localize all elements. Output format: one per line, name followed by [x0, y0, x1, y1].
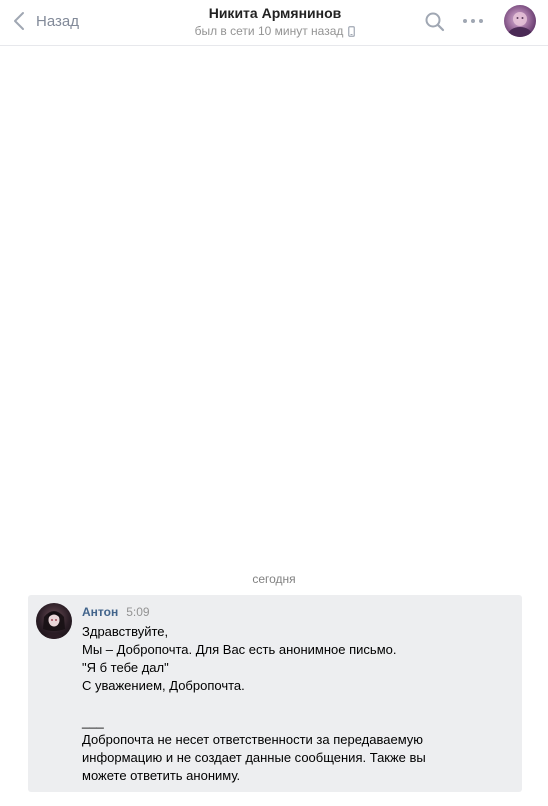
- message-header: Антон 5:09: [82, 605, 150, 619]
- contact-avatar-image: [508, 12, 532, 37]
- chat-page: Назад Никита Армянинов был в сети 10 мин…: [0, 0, 548, 806]
- message-line: С уважением, Добропочта.: [82, 678, 245, 693]
- message-line: "Я б тебе дал": [82, 660, 169, 675]
- online-status: был в сети 10 минут назад: [195, 24, 356, 39]
- message-line: ___: [82, 714, 104, 729]
- message-time[interactable]: 5:09: [126, 605, 149, 619]
- chevron-left-icon: [14, 12, 24, 30]
- back-button[interactable]: Назад: [12, 9, 79, 33]
- mobile-phone-icon: [348, 26, 356, 37]
- contact-avatar[interactable]: [504, 5, 536, 37]
- message-line: Мы – Добропочта. Для Вас есть анонимное …: [82, 642, 397, 657]
- message-line: можете ответить анониму.: [82, 768, 241, 783]
- chat-header: Назад Никита Армянинов был в сети 10 мин…: [0, 0, 548, 46]
- sender-avatar[interactable]: [36, 603, 72, 639]
- message-line: [82, 695, 512, 713]
- back-label: Назад: [36, 12, 79, 30]
- search-icon[interactable]: [424, 11, 446, 33]
- message-line: Здравствуйте,: [82, 624, 169, 639]
- message-item[interactable]: Антон 5:09 Здравствуйте, Мы – Добропочта…: [28, 595, 522, 792]
- message-author[interactable]: Антон: [82, 605, 118, 619]
- date-separator: сегодня: [252, 572, 296, 586]
- online-status-text: был в сети 10 минут назад: [194, 24, 344, 38]
- sender-avatar-image: [42, 611, 66, 639]
- message-line: информацию и не создает данные сообщения…: [82, 750, 426, 765]
- chat-title-block[interactable]: Никита Армянинов был в сети 10 минут наз…: [120, 5, 430, 40]
- more-dots-icon[interactable]: [461, 14, 485, 28]
- chat-title: Никита Армянинов: [208, 5, 342, 21]
- message-line: Добропочта не несет ответственности за п…: [82, 732, 424, 747]
- message-text: Здравствуйте, Мы – Добропочта. Для Вас е…: [82, 623, 512, 785]
